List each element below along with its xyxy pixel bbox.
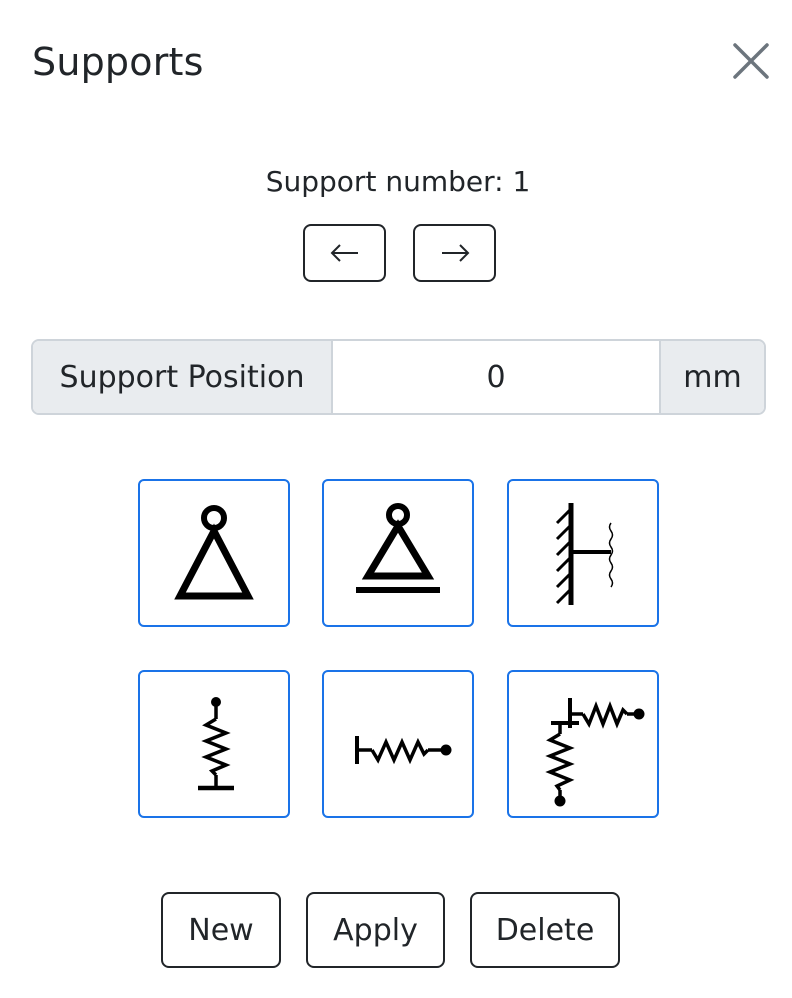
support-type-fixed-button[interactable] bbox=[507, 479, 659, 627]
arrow-left-icon bbox=[330, 244, 358, 262]
next-support-button[interactable] bbox=[413, 224, 496, 282]
rotational-spring-support-icon bbox=[545, 698, 645, 807]
pinned-support-icon bbox=[174, 505, 254, 600]
horizontal-spring-support-icon bbox=[355, 736, 452, 765]
vertical-spring-support-icon bbox=[198, 697, 234, 791]
support-position-input[interactable] bbox=[333, 341, 659, 413]
support-position-group: Support Position mm bbox=[31, 339, 766, 415]
support-position-label: Support Position bbox=[33, 341, 333, 413]
close-button[interactable] bbox=[728, 38, 774, 84]
close-icon bbox=[733, 43, 769, 79]
support-type-pinned-button[interactable] bbox=[138, 479, 290, 627]
roller-support-icon bbox=[356, 503, 440, 593]
support-type-horizontal-spring-button[interactable] bbox=[322, 670, 474, 818]
fixed-support-icon bbox=[555, 503, 614, 605]
support-type-rotational-spring-button[interactable] bbox=[507, 670, 659, 818]
new-support-button[interactable]: New bbox=[161, 892, 281, 968]
support-type-vertical-spring-button[interactable] bbox=[138, 670, 290, 818]
delete-support-button[interactable]: Delete bbox=[470, 892, 620, 968]
support-number-label: Support number: 1 bbox=[265, 165, 531, 198]
arrow-right-icon bbox=[441, 244, 469, 262]
support-position-unit: mm bbox=[659, 341, 764, 413]
dialog-title: Supports bbox=[32, 40, 204, 84]
apply-button[interactable]: Apply bbox=[306, 892, 445, 968]
support-type-roller-button[interactable] bbox=[322, 479, 474, 627]
previous-support-button[interactable] bbox=[303, 224, 386, 282]
